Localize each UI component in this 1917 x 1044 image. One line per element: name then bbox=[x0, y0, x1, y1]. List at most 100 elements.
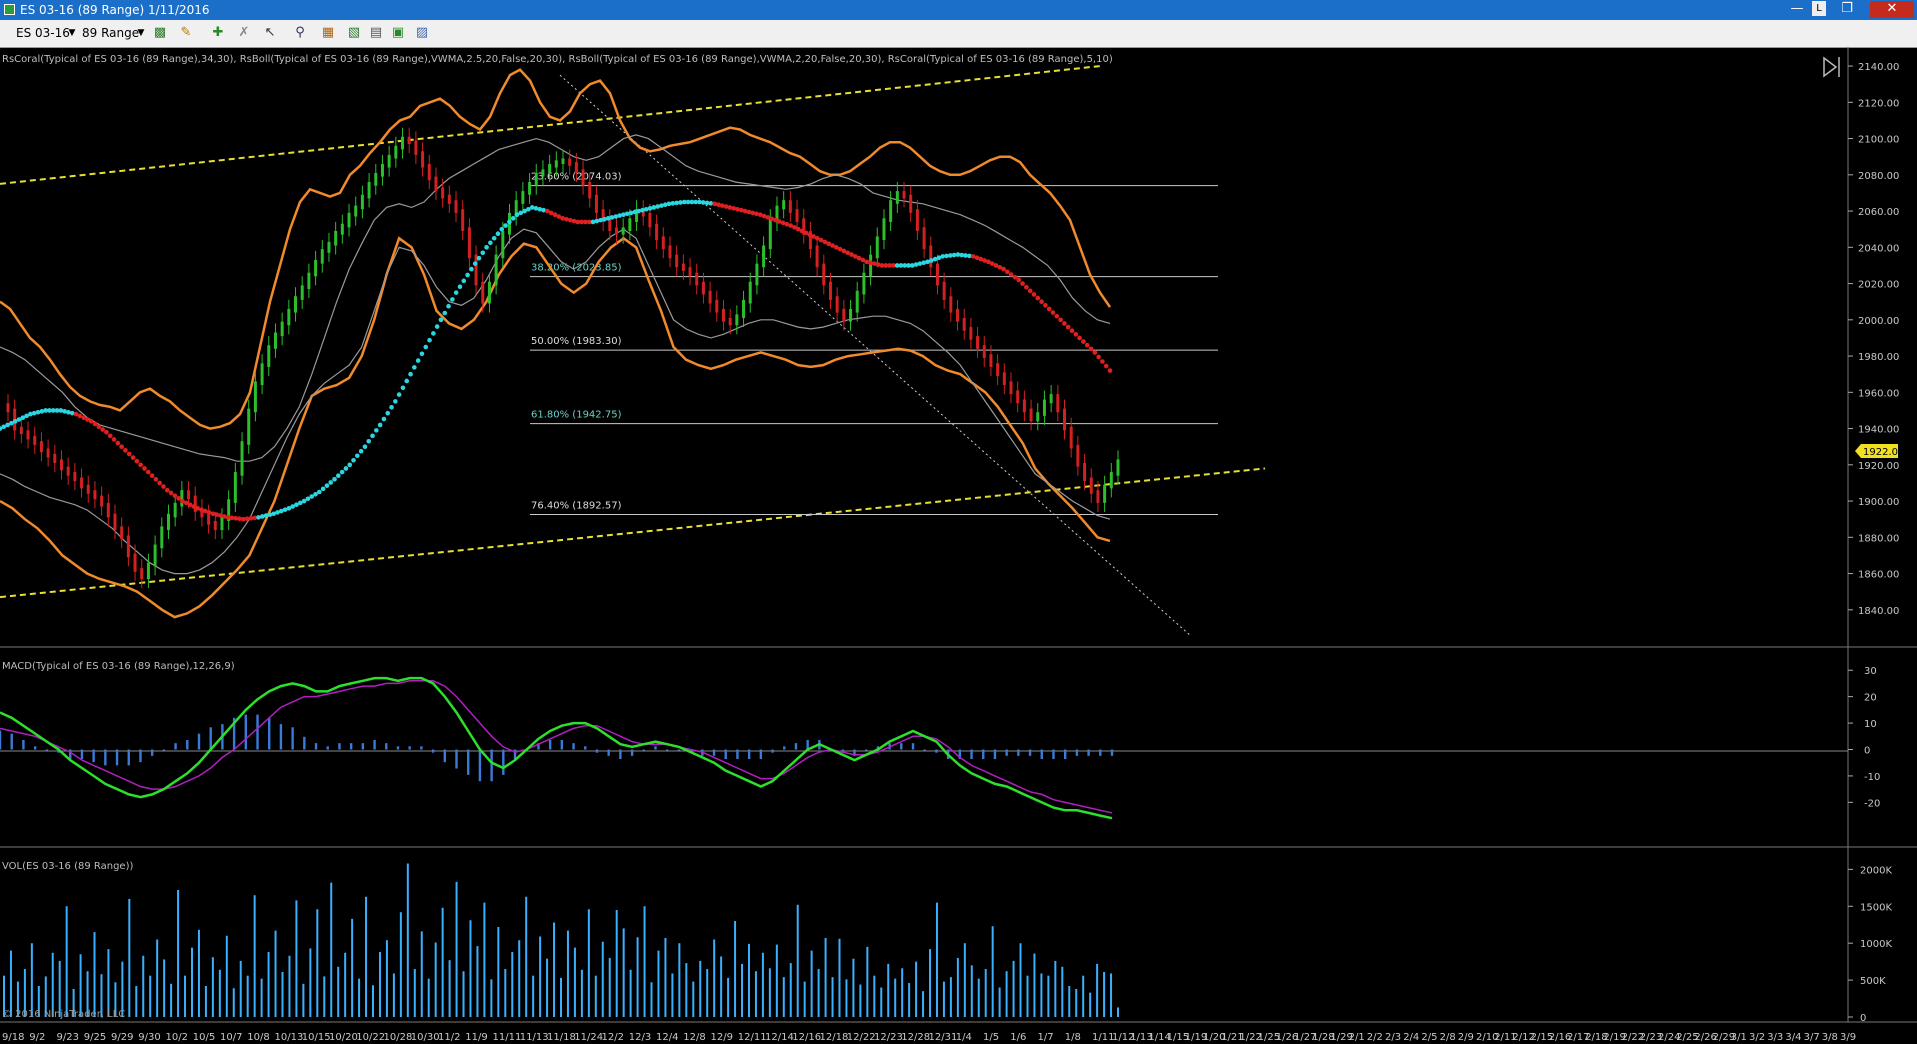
instrument-selector[interactable]: ES 03-16 bbox=[16, 25, 70, 41]
price-bar bbox=[909, 194, 913, 213]
chart-trader-icon[interactable]: ▨ bbox=[414, 25, 430, 41]
price-bar bbox=[882, 218, 886, 241]
inner-band-lower bbox=[0, 228, 1111, 575]
price-bar bbox=[715, 299, 719, 313]
pencil-icon[interactable]: ✎ bbox=[178, 25, 194, 41]
macd-histogram-bar bbox=[1087, 749, 1090, 756]
coral-dot bbox=[617, 213, 622, 218]
coral-dot bbox=[453, 290, 459, 295]
macd-histogram-bar bbox=[478, 749, 482, 782]
indicators-icon[interactable]: ▦ bbox=[320, 25, 336, 41]
macd-histogram-bar bbox=[736, 749, 739, 760]
maximize-button[interactable]: ❐ bbox=[1834, 1, 1860, 18]
coral-dot bbox=[142, 466, 147, 471]
price-bar bbox=[554, 160, 558, 168]
date-axis-label: 10/20 bbox=[329, 1032, 358, 1043]
macd-histogram-bar bbox=[607, 749, 610, 756]
strategies-icon[interactable]: ▧ bbox=[346, 25, 362, 41]
volume-axis-label: 0 bbox=[1860, 1013, 1866, 1024]
date-axis-label: 1/5 bbox=[983, 1032, 999, 1043]
date-axis-label: 9/29 bbox=[111, 1032, 133, 1043]
coral-dot bbox=[461, 278, 467, 284]
price-bar bbox=[969, 327, 973, 340]
data-box-icon[interactable]: ▣ bbox=[390, 25, 406, 41]
coral-dot bbox=[510, 216, 516, 221]
coral-dot bbox=[111, 437, 117, 442]
chevron-down-icon[interactable]: ▼ bbox=[64, 25, 80, 41]
macd-axis-label: -10 bbox=[1864, 772, 1880, 783]
scroll-to-end-icon[interactable] bbox=[1823, 56, 1840, 78]
price-bar bbox=[407, 136, 411, 144]
price-bar bbox=[548, 163, 552, 173]
price-bar bbox=[421, 151, 425, 168]
macd-panel-label: MACD(Typical of ES 03-16 (89 Range),12,2… bbox=[2, 661, 235, 672]
coral-dot bbox=[104, 429, 109, 435]
price-bar bbox=[835, 296, 839, 313]
link-button[interactable]: L bbox=[1812, 1, 1826, 16]
coral-dot bbox=[123, 448, 128, 453]
coral-dot bbox=[324, 483, 330, 488]
chevron-down-icon[interactable]: ▼ bbox=[133, 25, 149, 41]
macd-histogram-bar bbox=[139, 749, 142, 763]
price-bar bbox=[187, 490, 191, 500]
date-axis-label: 9/2 bbox=[29, 1032, 45, 1043]
price-bar bbox=[521, 191, 525, 204]
macd-histogram-bar bbox=[22, 739, 25, 750]
price-bar bbox=[661, 236, 665, 250]
coral-dot bbox=[910, 263, 915, 268]
coral-dot bbox=[1062, 321, 1067, 326]
price-bar bbox=[380, 163, 384, 177]
price-bar bbox=[648, 212, 652, 228]
coral-dot bbox=[476, 255, 482, 261]
price-bar bbox=[594, 194, 598, 213]
price-bar bbox=[849, 308, 853, 322]
close-button[interactable]: ✕ bbox=[1870, 1, 1914, 18]
macd-histogram-bar bbox=[1052, 749, 1055, 760]
price-bar bbox=[334, 231, 338, 246]
crosshair-icon[interactable]: ✚ bbox=[210, 25, 226, 41]
macd-axis-label: -20 bbox=[1864, 798, 1880, 809]
interval-selector[interactable]: 89 Range bbox=[82, 25, 139, 41]
price-bar bbox=[86, 484, 90, 494]
zoom-icon[interactable]: ⚲ bbox=[292, 25, 308, 41]
trend-line-diagonal[interactable] bbox=[559, 74, 1191, 636]
coral-dot bbox=[431, 331, 436, 336]
macd-histogram-bar bbox=[467, 749, 470, 775]
macd-histogram-bar bbox=[10, 733, 13, 750]
price-bar bbox=[742, 299, 746, 318]
macd-histogram-bar bbox=[502, 749, 505, 775]
macd-histogram-bar bbox=[420, 746, 423, 750]
coral-dot bbox=[130, 455, 136, 460]
coral-dot bbox=[336, 473, 341, 478]
date-axis-label: 12/18 bbox=[820, 1032, 849, 1043]
macd-histogram-bar bbox=[864, 749, 868, 751]
chart-area[interactable]: 23.60% (2074.03)38.20% (2023.85)50.00% (… bbox=[0, 47, 1917, 1044]
coral-dot bbox=[214, 512, 219, 517]
coral-dot bbox=[567, 217, 573, 223]
macd-histogram-bar bbox=[45, 749, 49, 751]
price-bar bbox=[374, 173, 378, 186]
coral-dot bbox=[256, 515, 261, 520]
price-bar bbox=[1049, 394, 1053, 404]
trend-line-lower[interactable] bbox=[0, 467, 1266, 599]
bar-style-icon[interactable]: ▩ bbox=[152, 25, 168, 41]
price-bar bbox=[1096, 490, 1100, 503]
properties-icon[interactable]: ▤ bbox=[368, 25, 384, 41]
date-axis-label: 10/15 bbox=[302, 1032, 331, 1043]
coral-dot bbox=[1084, 342, 1090, 348]
pointer-icon[interactable]: ↖ bbox=[262, 25, 278, 41]
price-axis-label: 1900.00 bbox=[1858, 497, 1899, 508]
price-bar bbox=[26, 430, 30, 440]
coral-dot bbox=[393, 399, 398, 404]
coral-dot bbox=[647, 206, 653, 211]
coral-dot bbox=[362, 444, 368, 449]
eraser-icon[interactable]: ✗ bbox=[236, 25, 252, 41]
price-bar bbox=[307, 272, 311, 289]
minimize-button[interactable]: — bbox=[1784, 1, 1810, 18]
price-bar bbox=[842, 308, 846, 322]
date-axis-label: 10/8 bbox=[247, 1032, 269, 1043]
macd-histogram-bar bbox=[712, 749, 716, 756]
date-axis-label: 1/8 bbox=[1065, 1032, 1081, 1043]
coral-dot bbox=[537, 206, 543, 212]
coral-dot bbox=[716, 202, 721, 208]
